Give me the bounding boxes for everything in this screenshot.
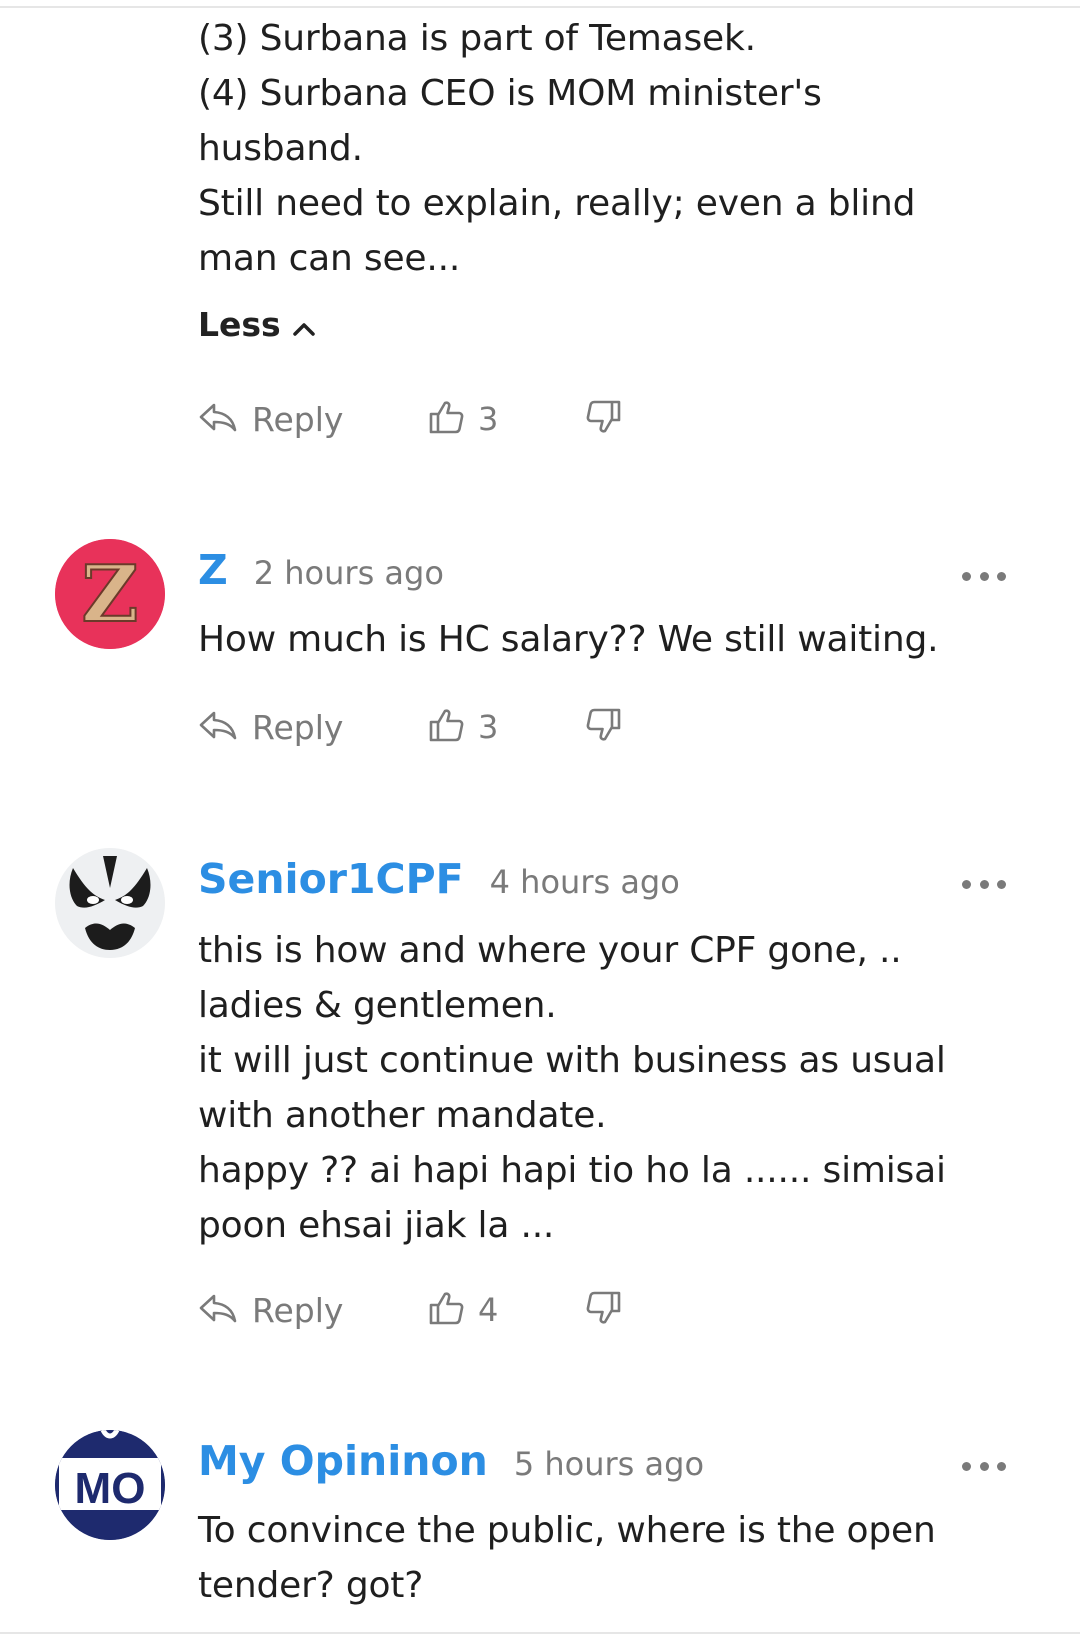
reply-button[interactable]: Reply — [198, 400, 428, 439]
top-divider — [0, 6, 1080, 8]
comment-body: this is how and where your CPF gone, .. … — [198, 923, 968, 1253]
avatar[interactable]: Z — [55, 539, 165, 649]
comment-body: To convince the public, where is the ope… — [198, 1503, 968, 1613]
comment-line: (4) Surbana CEO is MOM minister's — [198, 73, 822, 114]
thumbs-up-icon — [428, 399, 464, 439]
comment-line: this is how and where your CPF gone, .. — [198, 930, 902, 971]
comment-actions: Reply 3 — [198, 394, 622, 444]
show-less-label: Less — [198, 305, 281, 344]
comment-line: tender? got? — [198, 1565, 424, 1606]
comment-header: Senior1CPF 4 hours ago — [198, 855, 680, 903]
thumbs-down-icon — [586, 399, 622, 439]
reply-label: Reply — [252, 399, 344, 439]
reply-label: Reply — [252, 1290, 344, 1330]
comment-line: (3) Surbana is part of Temasek. — [198, 18, 756, 59]
dislike-button[interactable] — [586, 399, 622, 439]
comment-author[interactable]: Z — [198, 546, 228, 594]
thumbs-down-icon — [586, 1290, 622, 1330]
comment-line: happy ?? ai hapi hapi tio ho la ...... s… — [198, 1150, 946, 1191]
reply-button[interactable]: Reply — [198, 708, 428, 747]
comment-author[interactable]: Senior1CPF — [198, 855, 464, 903]
comment-line: To convince the public, where is the ope… — [198, 1510, 936, 1551]
avatar[interactable] — [55, 848, 165, 958]
reply-arrow-icon — [198, 709, 238, 745]
comment-line: How much is HC salary?? We still waiting… — [198, 619, 939, 660]
avatar-letter: Z — [82, 549, 139, 640]
more-dots-icon — [962, 571, 971, 581]
like-button[interactable]: 3 — [428, 707, 586, 747]
reply-button[interactable]: Reply — [198, 1291, 428, 1330]
more-options-button[interactable] — [962, 874, 1006, 894]
chevron-up-icon — [292, 305, 315, 344]
comment-line: poon ehsai jiak la ... — [198, 1205, 555, 1246]
reply-arrow-icon — [198, 401, 238, 437]
thumbs-up-icon — [428, 1290, 464, 1330]
comment-line: it will just continue with business as u… — [198, 1040, 946, 1081]
avatar-letter: MO — [75, 1464, 146, 1513]
like-button[interactable]: 4 — [428, 1290, 586, 1330]
like-button[interactable]: 3 — [428, 399, 586, 439]
thumbs-up-icon — [428, 707, 464, 747]
more-options-button[interactable] — [962, 1456, 1006, 1476]
like-count: 4 — [478, 1291, 499, 1329]
more-dots-icon — [962, 1461, 971, 1471]
avatar[interactable]: MO — [55, 1430, 165, 1540]
comment-line: Still need to explain, really; even a bl… — [198, 183, 916, 224]
comment-author[interactable]: My Opininon — [198, 1437, 488, 1485]
comment-time: 5 hours ago — [513, 1445, 705, 1483]
comment-line: ladies & gentlemen. — [198, 985, 557, 1026]
comment-line: husband. — [198, 128, 363, 169]
thumbs-down-icon — [586, 707, 622, 747]
comment-line: with another mandate. — [198, 1095, 607, 1136]
bottom-divider — [0, 1632, 1080, 1634]
reply-label: Reply — [252, 707, 344, 747]
like-count: 3 — [478, 708, 499, 746]
comment-time: 2 hours ago — [253, 554, 444, 592]
comment-line: man can see... — [198, 238, 461, 279]
comment-actions: Reply 3 — [198, 702, 622, 752]
dislike-button[interactable] — [586, 1290, 622, 1330]
comment-time: 4 hours ago — [489, 863, 680, 901]
comment-header: Z 2 hours ago — [198, 546, 444, 594]
comment-actions: Reply 4 — [198, 1285, 622, 1335]
more-options-button[interactable] — [962, 566, 1006, 586]
comment-body: (3) Surbana is part of Temasek. (4) Surb… — [198, 11, 968, 286]
show-less-button[interactable]: Less — [198, 305, 315, 344]
like-count: 3 — [478, 400, 499, 438]
comment-body: How much is HC salary?? We still waiting… — [198, 612, 968, 667]
comment-header: My Opininon 5 hours ago — [198, 1437, 704, 1485]
mask-face-icon — [55, 848, 165, 958]
dislike-button[interactable] — [586, 707, 622, 747]
more-dots-icon — [962, 879, 971, 889]
reply-arrow-icon — [198, 1292, 238, 1328]
